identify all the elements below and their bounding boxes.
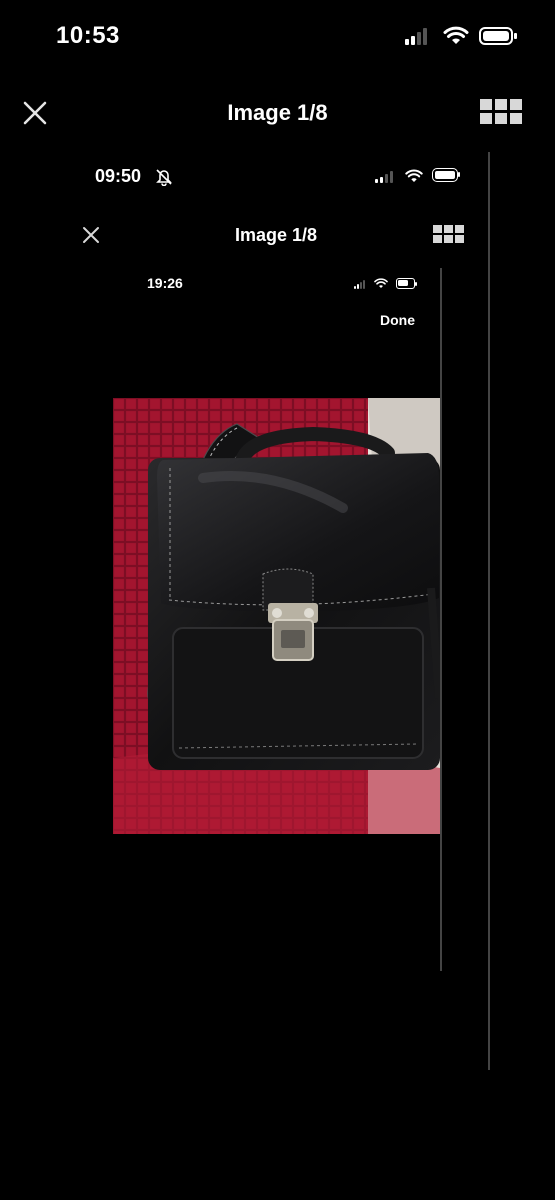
- inner-status-time: 19:26: [147, 275, 183, 291]
- done-button: Done: [380, 312, 415, 328]
- inner-battery-icon: [396, 278, 417, 289]
- nested-scroll-divider: [440, 268, 442, 971]
- scroll-divider: [488, 152, 490, 1070]
- nested-page-title: Image 1/8: [234, 225, 318, 245]
- cellular-signal-icon: [405, 28, 427, 45]
- bag-photo: [113, 398, 440, 834]
- wifi-icon: [443, 26, 469, 44]
- nested-status-time: 09:50: [95, 166, 142, 186]
- status-bar-time: 10:53: [56, 22, 120, 49]
- inner-wifi-icon: [374, 278, 388, 288]
- grid-view-icon[interactable]: [480, 99, 522, 124]
- battery-icon: [479, 27, 517, 45]
- nested-close-icon: [83, 227, 99, 243]
- page-title: Image 1/8: [227, 100, 328, 125]
- bell-slash-icon: [156, 169, 172, 186]
- nested-grid-view-icon: [433, 225, 464, 243]
- nested-battery-icon: [432, 168, 460, 182]
- nested-cellular-signal-icon: [375, 171, 393, 183]
- inner-cellular-signal-icon: [354, 280, 365, 289]
- nested-wifi-icon: [405, 169, 423, 182]
